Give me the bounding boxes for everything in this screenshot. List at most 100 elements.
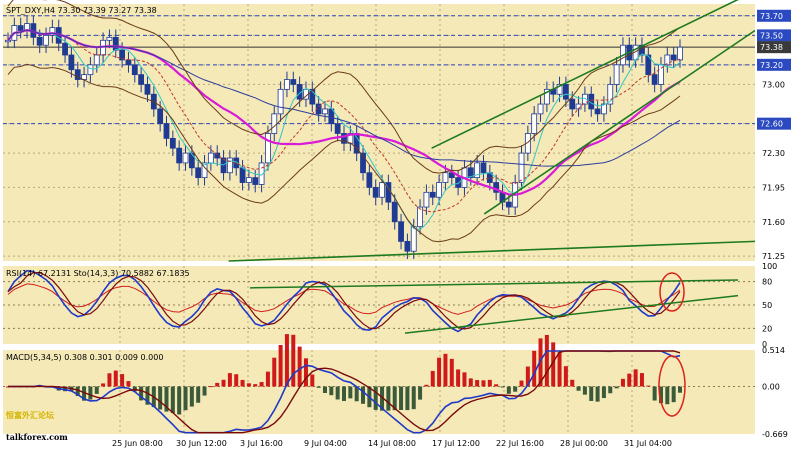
rsi-tick-label: 80	[762, 278, 772, 287]
macd-histogram-bar	[627, 373, 632, 387]
x-tick-label: 3 Jul 16:00	[240, 439, 283, 448]
candle-body	[379, 182, 385, 198]
macd-histogram-bar	[329, 386, 334, 396]
macd-histogram-bar	[158, 386, 163, 410]
candle-body	[518, 152, 525, 183]
candle-body	[480, 162, 487, 174]
candle-body	[562, 84, 569, 100]
macd-histogram-bar	[646, 385, 651, 387]
macd-histogram-bar	[678, 386, 682, 393]
candle-body	[277, 88, 284, 115]
candle-body	[423, 191, 430, 208]
watermark-url: talkforex.com	[6, 432, 68, 442]
level-label: 72.60	[760, 120, 783, 129]
macd-histogram-bar	[373, 386, 378, 410]
x-tick-label: 30 Jun 12:00	[176, 439, 227, 448]
macd-histogram-bar	[620, 378, 625, 387]
macd-histogram-bar	[557, 352, 562, 387]
x-tick-label: 9 Jul 04:00	[304, 439, 347, 448]
candle-body	[62, 42, 68, 56]
candle-body	[188, 152, 195, 169]
macd-histogram-bar	[475, 380, 480, 387]
candle-body	[594, 108, 601, 115]
macd-histogram-bar	[532, 350, 537, 387]
x-tick-label: 31 Jul 04:00	[624, 439, 672, 448]
macd-histogram-bar	[639, 373, 644, 387]
macd-histogram-bar	[278, 344, 283, 387]
macd-histogram-bar	[215, 382, 220, 387]
candle-body	[157, 108, 164, 125]
candle-body	[125, 59, 132, 66]
macd-histogram-bar	[652, 386, 657, 401]
macd-histogram-bar	[563, 366, 568, 387]
macd-histogram-bar	[322, 386, 327, 393]
macd-histogram-bar	[291, 334, 296, 387]
candle-body	[284, 79, 290, 90]
macd-histogram-bar	[576, 386, 581, 391]
candle-body	[391, 201, 398, 223]
candle-body	[404, 240, 411, 252]
x-tick-label: 28 Jul 00:00	[560, 439, 608, 448]
candle-body	[334, 123, 341, 134]
candle-body	[677, 46, 683, 61]
macd-histogram-bar	[665, 386, 670, 405]
macd-histogram-bar	[94, 386, 99, 394]
macd-histogram-bar	[494, 384, 499, 387]
macd-histogram-bar	[202, 386, 207, 396]
macd-histogram-bar	[456, 369, 461, 387]
candle-body	[239, 167, 246, 183]
macd-histogram-bar	[183, 386, 188, 411]
candle-body	[569, 98, 576, 110]
candle-body	[144, 84, 151, 95]
macd-histogram-bar	[449, 358, 454, 387]
candle-body	[246, 177, 252, 183]
candle-body	[138, 74, 145, 85]
macd-histogram-bar	[240, 379, 245, 387]
macd-histogram-bar	[513, 386, 518, 392]
candle-body	[252, 177, 259, 185]
macd-histogram-bar	[633, 369, 638, 387]
candle-body	[182, 152, 189, 164]
macd-histogram-bar	[208, 386, 213, 388]
macd-histogram-bar	[519, 380, 524, 387]
candle-body	[436, 182, 442, 198]
candle-body	[372, 187, 379, 198]
candle-body	[93, 54, 100, 66]
level-label: 73.50	[760, 31, 783, 40]
macd-histogram-bar	[265, 371, 270, 387]
macd-histogram-bar	[107, 373, 112, 387]
macd-histogram-bar	[272, 357, 277, 387]
candle-body	[36, 36, 43, 46]
candle-body	[17, 25, 24, 31]
macd-histogram-bar	[246, 383, 251, 387]
candle-body	[68, 54, 75, 71]
macd-histogram-bar	[481, 380, 486, 387]
macd-histogram-bar	[284, 334, 289, 387]
macd-histogram-bar	[589, 386, 594, 401]
macd-histogram-bar	[437, 357, 442, 387]
macd-histogram-bar	[361, 386, 366, 404]
macd-histogram-bar	[101, 383, 106, 387]
macd-histogram-bar	[399, 386, 404, 410]
price-header: SPT_DXY,H4 73.30 73.39 73.27 73.38	[6, 6, 157, 15]
level-label: 73.20	[760, 61, 783, 70]
macd-header: MACD(5,34,5) 0.308 0.301 0.009 0.000	[6, 353, 163, 362]
candle-body	[410, 226, 417, 252]
candle-body	[670, 54, 677, 61]
candle-body	[207, 152, 214, 164]
macd-histogram-bar	[170, 386, 175, 414]
candle-body	[417, 206, 423, 228]
macd-histogram-bar	[443, 353, 448, 387]
macd-histogram-bar	[297, 346, 302, 387]
candle-body	[106, 36, 113, 41]
candle-body	[195, 167, 202, 179]
macd-histogram-bar	[468, 378, 473, 387]
chart-canvas: 25 Jun 08:00 30 Jun 12:00 3 Jul 16:00 9 Jul…	[0, 0, 794, 451]
macd-histogram-bar	[386, 386, 391, 411]
macd-histogram-bar	[614, 386, 619, 389]
macd-tick-label: 0.00	[762, 382, 780, 391]
candle-body	[43, 34, 49, 46]
macd-histogram-bar	[310, 374, 315, 387]
candle-body	[112, 36, 119, 51]
candle-body	[531, 113, 538, 134]
